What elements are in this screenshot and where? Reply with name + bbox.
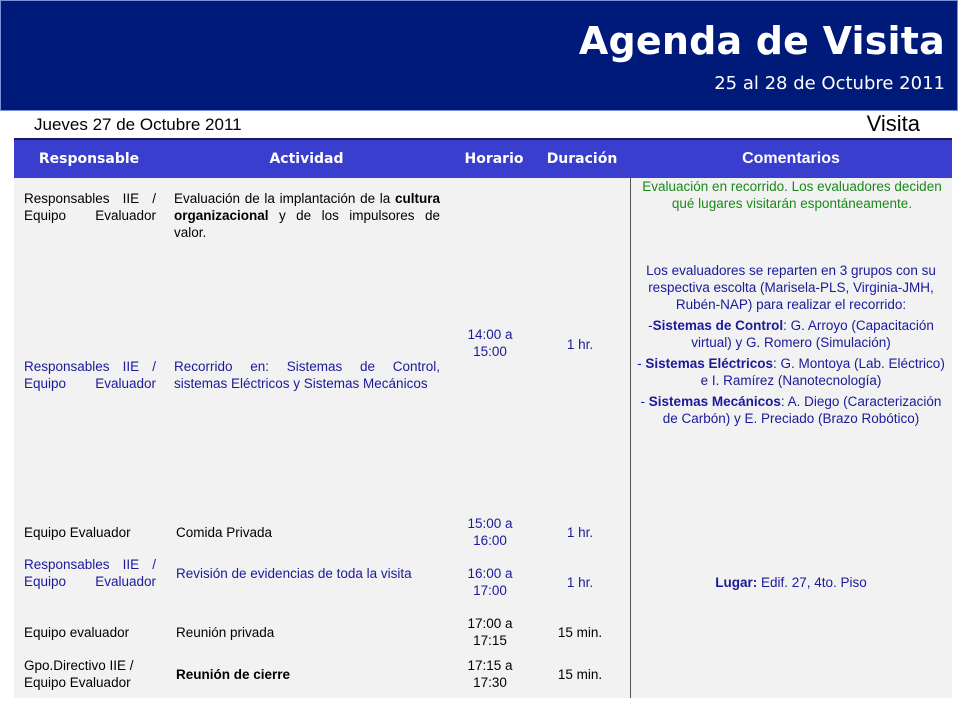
row2-horario: 14:00 a 15:00: [467, 327, 513, 359]
visit-label: Visita: [866, 111, 920, 136]
comment-sistemas-mecanicos: - Sistemas Mecánicos: A. Diego (Caracter…: [640, 394, 942, 426]
comment-sistemas-electricos: - Sistemas Eléctricos: G. Montoya (Lab. …: [637, 356, 945, 388]
row3-responsable: Equipo Evaluador: [24, 525, 131, 540]
title-banner: Agenda de Visita 25 al 28 de Octubre 201…: [0, 0, 958, 111]
header-actividad: Actividad: [269, 151, 344, 167]
comment-lugar: Lugar: Edif. 27, 4to. Piso: [715, 575, 867, 590]
header-duracion: Duración: [546, 151, 618, 167]
page-title: Agenda de Visita: [578, 19, 945, 63]
page-subtitle: 25 al 28 de Octubre 2011: [714, 73, 945, 94]
row6-duracion: 15 min.: [557, 667, 603, 682]
row2-duracion: 1 hr.: [566, 337, 594, 352]
comment-grupos: Los evaluadores se reparten en 3 grupos …: [636, 262, 946, 431]
row4-horario: 16:00 a 17:00: [467, 566, 513, 598]
header-horario: Horario: [464, 151, 524, 167]
row5-duracion: 15 min.: [557, 625, 603, 640]
comment-grupos-intro: Los evaluadores se reparten en 3 grupos …: [646, 263, 936, 312]
row6-horario: 17:15 a 17:30: [467, 658, 513, 690]
row5-horario: 17:00 a 17:15: [467, 616, 513, 648]
row2-actividad: Recorrido en: Sistemas de Control, siste…: [174, 359, 440, 391]
row5-actividad: Reunión privada: [176, 625, 275, 640]
table-header: Responsable Actividad Horario Duración C…: [14, 138, 952, 178]
row1-actividad: Evaluación de la implantación de la cult…: [174, 191, 440, 240]
day-label: Jueves 27 de Octubre 2011: [34, 115, 242, 134]
row4-responsable: Responsables IIE / Equipo Evaluador: [24, 557, 156, 589]
row4-duracion: 1 hr.: [566, 575, 594, 590]
row2-responsable: Responsables IIE / Equipo Evaluador: [24, 359, 156, 391]
row4-actividad: Revisión de evidencias de toda la visita: [176, 566, 412, 581]
row3-duracion: 1 hr.: [566, 525, 594, 540]
header-comentarios: Comentarios: [742, 150, 840, 167]
comment-sistemas-control: -Sistemas de Control: G. Arroyo (Capacit…: [648, 318, 934, 350]
row3-horario: 15:00 a 16:00: [467, 516, 513, 548]
row6-responsable: Gpo.Directivo IIE / Equipo Evaluador: [24, 658, 134, 690]
row1-responsable: Responsables IIE / Equipo Evaluador: [24, 191, 156, 223]
row5-responsable: Equipo evaluador: [24, 625, 130, 640]
comment-recorrido: Evaluación en recorrido. Los evaluadores…: [642, 179, 942, 211]
row6-actividad: Reunión de cierre: [176, 667, 291, 682]
header-responsable: Responsable: [38, 151, 140, 167]
row3-actividad: Comida Privada: [176, 525, 273, 540]
column-divider: [630, 178, 631, 698]
